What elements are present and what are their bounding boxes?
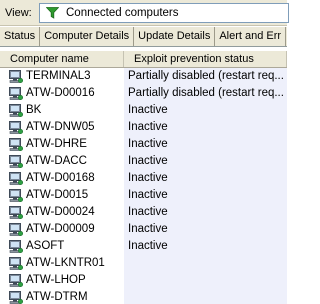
column-header-computer-name[interactable]: Computer name (0, 51, 124, 67)
computer-icon (9, 206, 24, 220)
computer-icon (9, 257, 24, 271)
computer-name-cell: ATW-LKNTR01 (0, 255, 124, 272)
table-row[interactable]: ATW-DTRM (0, 289, 287, 304)
computers-grid: Computer name Exploit prevention status … (0, 51, 287, 304)
computer-name-text: ATW-D00024 (26, 206, 95, 218)
computer-name-cell: ATW-DTRM (0, 289, 124, 304)
exploit-status-cell (124, 289, 287, 304)
view-selector[interactable]: Connected computers (39, 3, 289, 23)
computer-name-cell: BK (0, 102, 124, 119)
computer-name-cell: ATW-DNW05 (0, 119, 124, 136)
table-row[interactable]: ATW-DNW05 Inactive (0, 119, 287, 136)
view-selected-value: Connected computers (66, 7, 179, 19)
computer-icon (9, 87, 24, 101)
computer-name-cell: ASOFT (0, 238, 124, 255)
table-row[interactable]: ATW-D00016 Partially disabled (restart r… (0, 85, 287, 102)
table-row[interactable]: ATW-DHRE Inactive (0, 136, 287, 153)
computer-icon (9, 189, 24, 203)
table-row[interactable]: BK Inactive (0, 102, 287, 119)
view-bar: View: Connected computers (0, 0, 289, 26)
table-row[interactable]: ATW-LKNTR01 (0, 255, 287, 272)
computer-name-cell: ATW-DACC (0, 153, 124, 170)
computer-name-cell: ATW-D00016 (0, 85, 124, 102)
exploit-status-cell: Partially disabled (restart req... (124, 68, 287, 85)
computer-name-cell: ATW-LHOP (0, 272, 124, 289)
table-row[interactable]: TERMINAL3 Partially disabled (restart re… (0, 68, 287, 85)
computer-icon (9, 104, 24, 118)
exploit-status-cell: Partially disabled (restart req... (124, 85, 287, 102)
computer-icon (9, 155, 24, 169)
table-row[interactable]: ATW-LHOP (0, 272, 287, 289)
computer-name-text: BK (26, 104, 42, 116)
table-row[interactable]: ATW-DACC Inactive (0, 153, 287, 170)
computer-name-text: ATW-DACC (26, 155, 87, 167)
computer-name-cell: ATW-D00024 (0, 204, 124, 221)
table-row[interactable]: ATW-D00024 Inactive (0, 204, 287, 221)
table-row[interactable]: ATW-D0015 Inactive (0, 187, 287, 204)
tab-status[interactable]: Status (0, 27, 41, 46)
computer-name-text: ATW-LKNTR01 (26, 257, 105, 269)
exploit-status-cell: Inactive (124, 221, 287, 238)
computer-name-cell: ATW-D00009 (0, 221, 124, 238)
computer-icon (9, 138, 24, 152)
computer-icon (9, 121, 24, 135)
computer-name-text: ATW-DHRE (26, 138, 87, 150)
computer-name-text: ASOFT (26, 240, 65, 252)
table-row[interactable]: ASOFT Inactive (0, 238, 287, 255)
exploit-status-cell: Inactive (124, 170, 287, 187)
exploit-status-cell (124, 272, 287, 289)
computer-name-text: TERMINAL3 (26, 70, 91, 82)
computer-icon (9, 70, 24, 84)
computer-name-text: ATW-D00168 (26, 172, 95, 184)
exploit-status-cell (124, 255, 287, 272)
computer-name-text: ATW-DTRM (26, 291, 88, 303)
computer-name-text: ATW-D0015 (26, 189, 89, 201)
computer-name-cell: ATW-D0015 (0, 187, 124, 204)
exploit-status-cell: Inactive (124, 238, 287, 255)
computer-name-text: ATW-LHOP (26, 274, 86, 286)
computer-icon (9, 240, 24, 254)
computer-name-cell: TERMINAL3 (0, 68, 124, 85)
tab-alert-and-errors[interactable]: Alert and Err (215, 27, 287, 46)
tab-update-details[interactable]: Update Details (134, 27, 216, 46)
exploit-status-cell: Inactive (124, 102, 287, 119)
computer-icon (9, 291, 23, 304)
tab-computer-details[interactable]: Computer Details (40, 27, 135, 46)
computer-icon (9, 172, 24, 186)
computer-icon (9, 274, 24, 288)
grid-rows: TERMINAL3 Partially disabled (restart re… (0, 68, 287, 304)
computer-name-text: ATW-D00009 (26, 223, 95, 235)
exploit-status-cell: Inactive (124, 187, 287, 204)
view-label: View: (5, 7, 32, 19)
exploit-status-cell: Inactive (124, 136, 287, 153)
exploit-status-cell: Inactive (124, 119, 287, 136)
table-row[interactable]: ATW-D00009 Inactive (0, 221, 287, 238)
grid-header: Computer name Exploit prevention status (0, 51, 287, 68)
detail-tabs: Status Computer Details Update Details A… (0, 27, 287, 47)
computer-name-text: ATW-D00016 (26, 87, 95, 99)
exploit-status-cell: Inactive (124, 153, 287, 170)
computer-icon (9, 223, 24, 237)
computer-name-text: ATW-DNW05 (26, 121, 95, 133)
exploit-status-cell: Inactive (124, 204, 287, 221)
table-row[interactable]: ATW-D00168 Inactive (0, 170, 287, 187)
column-header-exploit-prevention-status[interactable]: Exploit prevention status (124, 51, 287, 67)
computer-name-cell: ATW-DHRE (0, 136, 124, 153)
computer-name-cell: ATW-D00168 (0, 170, 124, 187)
funnel-icon (45, 7, 60, 19)
